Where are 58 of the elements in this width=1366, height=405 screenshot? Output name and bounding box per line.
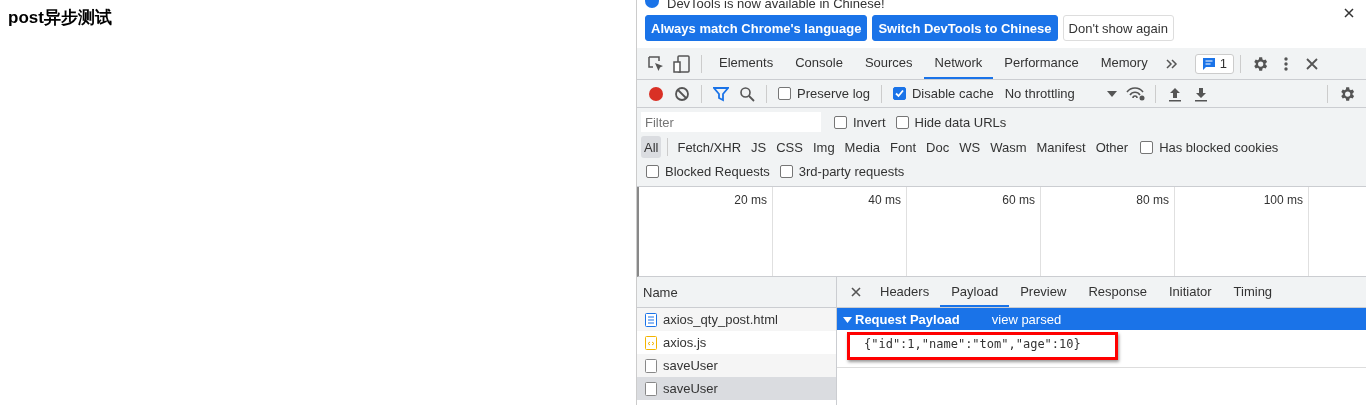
page-heading: post异步测试 bbox=[8, 7, 113, 29]
filter-field[interactable]: Filter bbox=[641, 112, 821, 133]
panel-tab[interactable]: Performance bbox=[993, 48, 1090, 79]
time-tick: 60 ms bbox=[1002, 193, 1035, 209]
type-filter[interactable]: JS bbox=[748, 136, 770, 158]
infobar-button[interactable]: Switch DevTools to Chinese bbox=[872, 15, 1058, 41]
detail-tab[interactable]: Preview bbox=[1009, 277, 1078, 307]
type-filter[interactable]: WS bbox=[956, 136, 984, 158]
panel-tab[interactable]: Elements bbox=[708, 48, 785, 79]
detail-tab[interactable]: Initiator bbox=[1157, 277, 1223, 307]
hide-data-urls-checkbox[interactable]: Hide data URLs bbox=[895, 114, 1007, 130]
throttling-dropdown[interactable]: No throttling bbox=[998, 86, 1123, 101]
column-header: Name bbox=[643, 284, 678, 300]
type-filter[interactable]: Wasm bbox=[987, 136, 1030, 158]
type-filter[interactable]: Manifest bbox=[1033, 136, 1089, 158]
file-icon bbox=[645, 358, 657, 373]
request-row[interactable]: axios_qty_post.html bbox=[637, 308, 836, 331]
view-parsed-link[interactable]: view parsed bbox=[991, 311, 1062, 327]
document-icon bbox=[645, 312, 657, 327]
time-tick: 40 ms bbox=[868, 193, 901, 209]
time-tick: 100 ms bbox=[1263, 193, 1303, 209]
check-icon bbox=[895, 89, 904, 98]
type-filter[interactable]: Doc bbox=[923, 136, 953, 158]
type-filter[interactable]: All bbox=[641, 136, 662, 158]
device-icon[interactable] bbox=[671, 52, 693, 75]
invert-checkbox[interactable]: Invert bbox=[834, 114, 886, 130]
type-filter[interactable]: CSS bbox=[773, 136, 806, 158]
payload-text: {"id":1,"name":"tom","age":10} bbox=[864, 337, 1081, 351]
type-filter[interactable]: Media bbox=[841, 136, 884, 158]
disable-cache-checkbox[interactable]: Disable cache bbox=[893, 86, 994, 101]
detail-tab[interactable]: Response bbox=[1077, 277, 1158, 307]
type-filter[interactable]: Font bbox=[887, 136, 920, 158]
panel-tab[interactable]: Sources bbox=[853, 48, 924, 79]
file-icon bbox=[645, 381, 657, 396]
request-row[interactable]: saveUser bbox=[637, 377, 836, 400]
infobar-button[interactable]: Don't show again bbox=[1062, 15, 1174, 41]
request-row[interactable]: saveUser bbox=[637, 354, 836, 377]
close-icon[interactable] bbox=[1342, 6, 1356, 20]
caret-icon bbox=[1106, 90, 1117, 97]
type-filter[interactable]: Fetch/XHR bbox=[674, 136, 745, 158]
time-tick: 80 ms bbox=[1136, 193, 1169, 209]
detail-tab[interactable]: Timing bbox=[1222, 277, 1284, 307]
type-filter[interactable]: Other bbox=[1092, 136, 1132, 158]
preserve-log-checkbox[interactable]: Preserve log bbox=[778, 86, 870, 101]
message-icon bbox=[1201, 57, 1216, 70]
time-tick: 20 ms bbox=[734, 193, 767, 209]
blocked-cookies-checkbox[interactable]: Has blocked cookies bbox=[1140, 139, 1279, 155]
panel-tab[interactable]: Memory bbox=[1089, 48, 1159, 79]
payload-title[interactable]: Request Payload bbox=[843, 311, 960, 327]
triangle-icon bbox=[843, 314, 852, 324]
detail-tab[interactable]: Headers bbox=[869, 277, 941, 307]
blocked-requests-checkbox[interactable]: Blocked Requests bbox=[646, 164, 770, 180]
script-icon bbox=[645, 335, 657, 350]
type-filter[interactable]: Img bbox=[809, 136, 838, 158]
issues-button[interactable]: 1 bbox=[1194, 53, 1234, 74]
panel-tab[interactable]: Console bbox=[784, 48, 854, 79]
infobar-button[interactable]: Always match Chrome's language bbox=[645, 15, 868, 41]
third-party-checkbox[interactable]: 3rd-party requests bbox=[779, 164, 905, 180]
